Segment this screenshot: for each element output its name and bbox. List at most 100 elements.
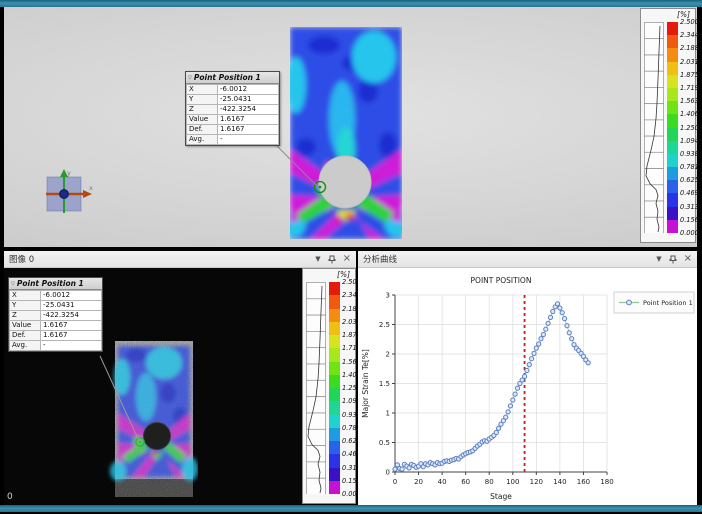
panel-close-icon[interactable]: × <box>684 254 692 264</box>
specimen-3d-contour <box>290 27 402 239</box>
camera-image-view[interactable]: ▽ Point Position 1 X-6.0012Y-25.0431Z-42… <box>4 268 356 505</box>
legend-tick-label: 0.469 <box>680 189 696 197</box>
legend-tick-label: 0.000 <box>680 229 696 237</box>
window-border-bottom-accent <box>0 505 702 512</box>
svg-text:0: 0 <box>386 469 390 477</box>
chart-xlabel: Stage <box>490 492 512 501</box>
analysis-curve-panel: 分析曲线 ▼ × 02040608010012014016018000.511.… <box>358 251 697 505</box>
legend-tick-label: 0.938 <box>342 411 358 419</box>
tooltip-collapse-icon[interactable]: ▽ <box>188 75 192 81</box>
legend-color-scale <box>329 282 340 494</box>
x-axis-label: x <box>89 184 93 192</box>
point-data-row: Avg.- <box>187 135 279 145</box>
svg-text:2: 2 <box>386 351 390 359</box>
legend-tick-label: 1.094 <box>342 397 358 405</box>
point-position-tooltip[interactable]: ▽ Point Position 1 X-6.0012Y-25.0431Z-42… <box>185 71 280 146</box>
legend-tick-label: 2.344 <box>342 291 358 299</box>
legend-tick-label: 0.938 <box>680 150 696 158</box>
curve-panel-title: 分析曲线 <box>363 253 656 265</box>
svg-text:80: 80 <box>485 478 494 486</box>
svg-text:100: 100 <box>506 478 519 486</box>
strain-color-legend[interactable]: [%]2.5002.3442.1882.0311.8751.7191.5631.… <box>640 8 696 243</box>
legend-tick-label: 2.031 <box>680 58 696 66</box>
legend-tick-label: 2.188 <box>680 44 696 52</box>
point-position-tooltip[interactable]: ▽ Point Position 1 X-6.0012Y-25.0431Z-42… <box>8 277 103 352</box>
specimen-hole <box>319 156 371 208</box>
point-data-table: X-6.0012Y-25.0431Z-422.3254Value1.6167De… <box>9 290 102 351</box>
legend-tick-label: 1.406 <box>342 371 358 379</box>
svg-text:0: 0 <box>393 478 397 486</box>
specimen-camera-image <box>106 331 198 501</box>
legend-tick-label: 1.406 <box>680 110 696 118</box>
legend-tick-label: 0.156 <box>680 216 696 224</box>
point-data-row: Avg.- <box>10 341 102 351</box>
svg-text:2.5: 2.5 <box>379 321 390 329</box>
svg-text:140: 140 <box>553 478 566 486</box>
legend-tick-label: 2.031 <box>342 318 358 326</box>
application-window: { "window": { "border_color": "#2f7f9c" … <box>0 0 702 514</box>
strain-color-legend[interactable]: [%]2.5002.3442.1882.0311.8751.7191.5631.… <box>302 268 356 504</box>
curve-panel-titlebar[interactable]: 分析曲线 ▼ × <box>358 251 697 268</box>
panel-pin-icon[interactable] <box>669 255 677 264</box>
legend-tick-label: 0.781 <box>342 424 358 432</box>
tooltip-collapse-icon[interactable]: ▽ <box>11 281 15 287</box>
legend-tick-label: 2.500 <box>680 18 696 26</box>
panel-close-icon[interactable]: × <box>343 254 351 264</box>
window-border-top <box>0 0 702 7</box>
point-data-row: Value1.6167 <box>10 321 102 331</box>
image-panel: 图像 0 ▼ × <box>4 251 356 505</box>
chart-legend: Point Position 1 <box>614 292 694 313</box>
legend-tick-label: 2.500 <box>342 278 358 286</box>
panel-pin-icon[interactable] <box>328 255 336 264</box>
legend-tick-label: 1.563 <box>680 97 696 105</box>
legend-tick-label: 1.719 <box>680 84 696 92</box>
svg-text:160: 160 <box>577 478 590 486</box>
svg-text:1.5: 1.5 <box>379 380 390 388</box>
legend-tick-label: 0.625 <box>680 176 696 184</box>
svg-text:180: 180 <box>600 478 613 486</box>
axis-gizmo[interactable]: y x <box>33 167 97 223</box>
legend-tick-label: 0.313 <box>342 464 358 472</box>
point-data-row: X-6.0012 <box>187 85 279 95</box>
legend-tick-label: 0.000 <box>342 490 358 498</box>
point-data-row: Y-25.0431 <box>187 95 279 105</box>
legend-tick-label: 0.313 <box>680 203 696 211</box>
legend-color-scale <box>667 22 678 233</box>
point-data-row: Def.1.6167 <box>10 331 102 341</box>
legend-tick-label: 0.156 <box>342 477 358 485</box>
chart-ylabel: Major Strain Te[%] <box>361 349 370 418</box>
legend-tick-label: 2.188 <box>342 305 358 313</box>
tooltip-title: Point Position 1 <box>194 73 261 82</box>
image-panel-title: 图像 0 <box>9 253 315 265</box>
point-data-row: X-6.0012 <box>10 291 102 301</box>
panel-menu-icon[interactable]: ▼ <box>315 254 320 264</box>
specimen-hole <box>144 423 171 450</box>
legend-histogram <box>306 282 326 494</box>
panel-menu-icon[interactable]: ▼ <box>656 254 661 264</box>
point-data-row: Value1.6167 <box>187 115 279 125</box>
legend-tick-label: 0.781 <box>680 163 696 171</box>
svg-text:20: 20 <box>414 478 423 486</box>
legend-tick-label: 1.563 <box>342 358 358 366</box>
curve-chart-area[interactable]: 02040608010012014016018000.511.522.53POI… <box>358 268 697 505</box>
legend-tick-label: 1.875 <box>680 71 696 79</box>
legend-tick-label: 1.250 <box>680 124 696 132</box>
3d-viewport[interactable]: ▽ Point Position 1 X-6.0012Y-25.0431Z-42… <box>4 7 697 247</box>
legend-tick-label: 1.875 <box>342 331 358 339</box>
point-data-table: X-6.0012Y-25.0431Z-422.3254Value1.6167De… <box>186 84 279 145</box>
svg-text:Point Position 1: Point Position 1 <box>643 299 693 307</box>
point-data-row: Def.1.6167 <box>187 125 279 135</box>
legend-tick-label: 1.250 <box>342 384 358 392</box>
tooltip-title: Point Position 1 <box>17 279 84 288</box>
svg-text:0.5: 0.5 <box>379 439 390 447</box>
frame-index-label: 0 <box>7 492 13 502</box>
legend-histogram <box>644 22 664 233</box>
legend-tick-label: 1.719 <box>342 344 358 352</box>
svg-text:40: 40 <box>438 478 447 486</box>
svg-text:3: 3 <box>386 292 390 300</box>
point-data-row: Y-25.0431 <box>10 301 102 311</box>
svg-text:120: 120 <box>530 478 543 486</box>
image-panel-titlebar[interactable]: 图像 0 ▼ × <box>4 251 356 268</box>
legend-tick-label: 0.625 <box>342 437 358 445</box>
chart-title: POINT POSITION <box>471 276 532 285</box>
